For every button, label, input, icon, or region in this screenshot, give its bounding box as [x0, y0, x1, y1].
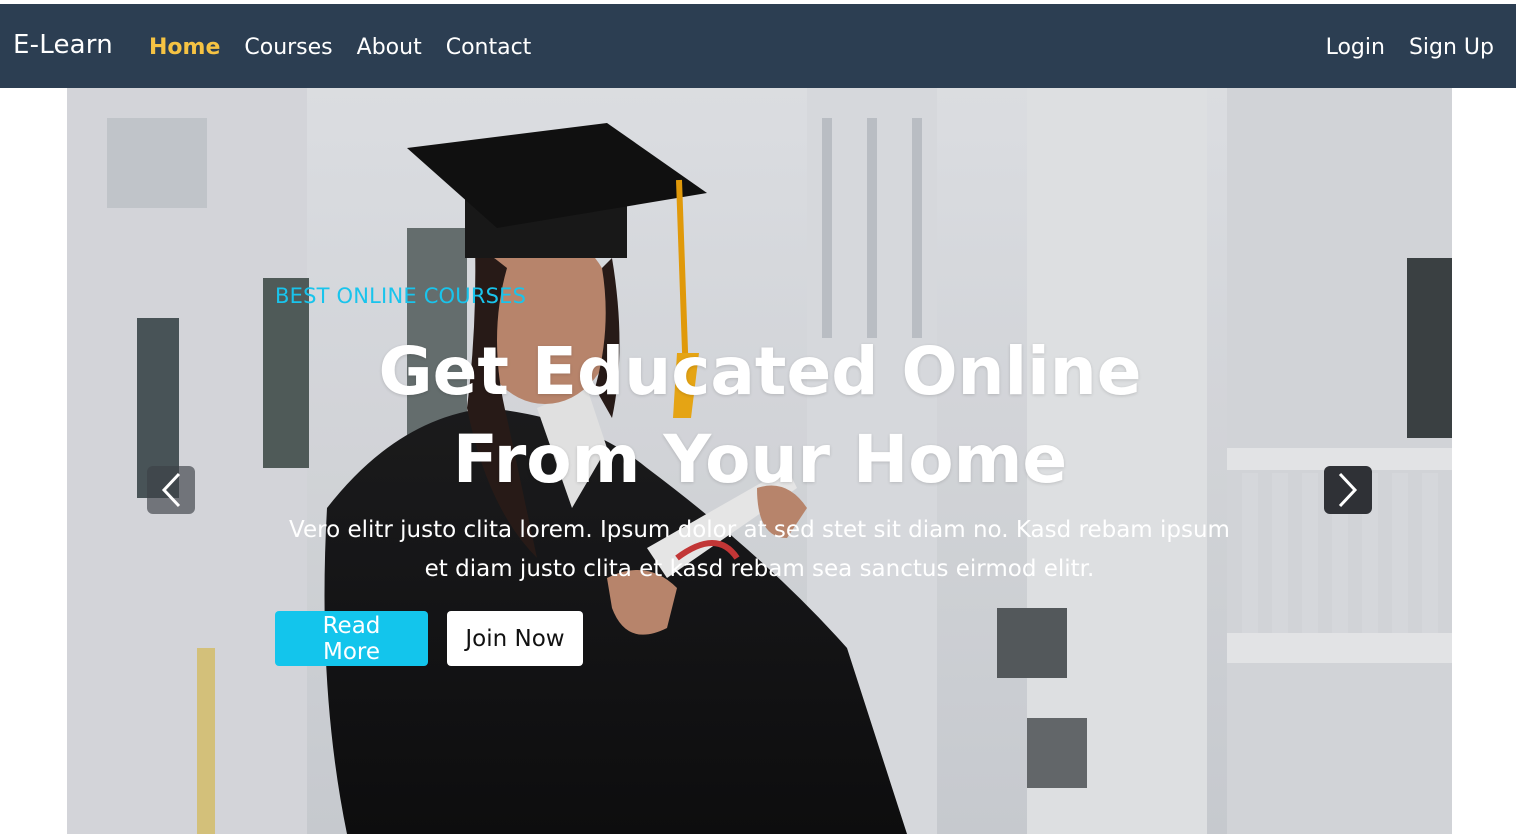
hero-subtitle: Best Online Courses: [275, 284, 527, 308]
carousel-next-button[interactable]: [1324, 466, 1372, 514]
hero-carousel: Best Online Courses Get Educated Online …: [67, 88, 1452, 834]
hero-description: Vero elitr justo clita lorem. Ipsum dolo…: [289, 517, 1230, 582]
login-link[interactable]: Login: [1326, 33, 1385, 63]
nav-link-contact[interactable]: Contact: [446, 33, 532, 63]
carousel-prev-button[interactable]: [147, 466, 195, 514]
brand-logo[interactable]: E-Learn: [13, 30, 113, 60]
nav-link-home[interactable]: Home: [149, 33, 220, 63]
chevron-right-icon: [1338, 472, 1358, 508]
nav-link-courses[interactable]: Courses: [244, 33, 332, 63]
chevron-left-icon: [161, 472, 181, 508]
signup-link[interactable]: Sign Up: [1409, 33, 1494, 63]
auth-links: Login Sign Up: [1326, 33, 1494, 63]
nav-links: Home Courses About Contact: [149, 33, 531, 63]
hero-headline: Get Educated Online From Your Home: [378, 333, 1142, 498]
navbar: E-Learn Home Courses About Contact Login…: [0, 4, 1516, 88]
join-now-button[interactable]: Join Now: [447, 611, 583, 666]
read-more-button[interactable]: Read More: [275, 611, 428, 666]
nav-link-about[interactable]: About: [357, 33, 422, 63]
